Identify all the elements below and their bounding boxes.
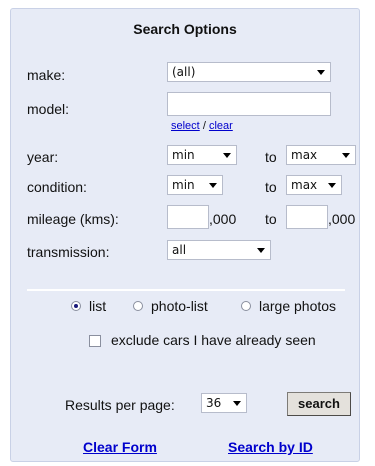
transmission-value: all [172,243,187,257]
radio-list-label: list [89,298,107,314]
search-options-panel: Search Options make: (all) model: select… [10,8,360,462]
condition-label: condition: [27,179,87,195]
mileage-min-input[interactable] [167,205,209,229]
exclude-seen-label: exclude cars I have already seen [111,332,316,348]
link-separator: / [202,120,206,132]
make-label: make: [27,67,66,83]
clear-model-link[interactable]: clear [209,120,233,132]
chevron-down-icon [209,183,217,188]
year-min-value: min [172,148,195,162]
condition-min-select[interactable]: min [167,175,223,195]
results-per-page-value: 36 [206,396,222,410]
radio-list[interactable] [71,301,81,311]
clear-form-link[interactable]: Clear Form [83,439,157,455]
radio-photo-list-label: photo-list [151,298,208,314]
radio-large-photos[interactable] [241,301,251,311]
radio-photo-list[interactable] [133,301,143,311]
panel-title: Search Options [133,21,237,37]
transmission-select[interactable]: all [167,240,271,260]
condition-to-label: to [265,179,277,195]
chevron-down-icon [342,153,350,158]
model-links: select / clear [171,120,233,132]
chevron-down-icon [328,183,336,188]
mileage-max-input[interactable] [286,205,328,229]
model-label: model: [27,101,70,117]
year-max-value: max [291,148,318,162]
mileage-max-suffix: ,000 [328,211,356,227]
mileage-min-suffix: ,000 [209,211,237,227]
mileage-to-label: to [265,211,277,227]
make-select-value: (all) [172,65,196,79]
condition-max-value: max [291,178,318,192]
mileage-label: mileage (kms): [27,211,119,227]
chevron-down-icon [223,153,231,158]
search-by-id-link[interactable]: Search by ID [228,439,313,455]
condition-max-select[interactable]: max [286,175,342,195]
divider [27,289,345,291]
exclude-seen-checkbox[interactable] [89,335,101,347]
results-per-page-select[interactable]: 36 [201,393,247,413]
radio-large-photos-label: large photos [259,298,337,314]
chevron-down-icon [317,70,325,75]
year-label: year: [27,149,59,165]
results-per-page-label: Results per page: [65,397,175,413]
condition-min-value: min [172,178,195,192]
chevron-down-icon [233,401,241,406]
year-to-label: to [265,149,277,165]
transmission-label: transmission: [27,244,110,260]
search-button[interactable]: search [287,392,351,416]
chevron-down-icon [257,248,265,253]
select-model-link[interactable]: select [171,120,200,132]
year-min-select[interactable]: min [167,145,237,165]
year-max-select[interactable]: max [286,145,356,165]
model-input[interactable] [167,92,331,116]
make-select[interactable]: (all) [167,62,331,82]
